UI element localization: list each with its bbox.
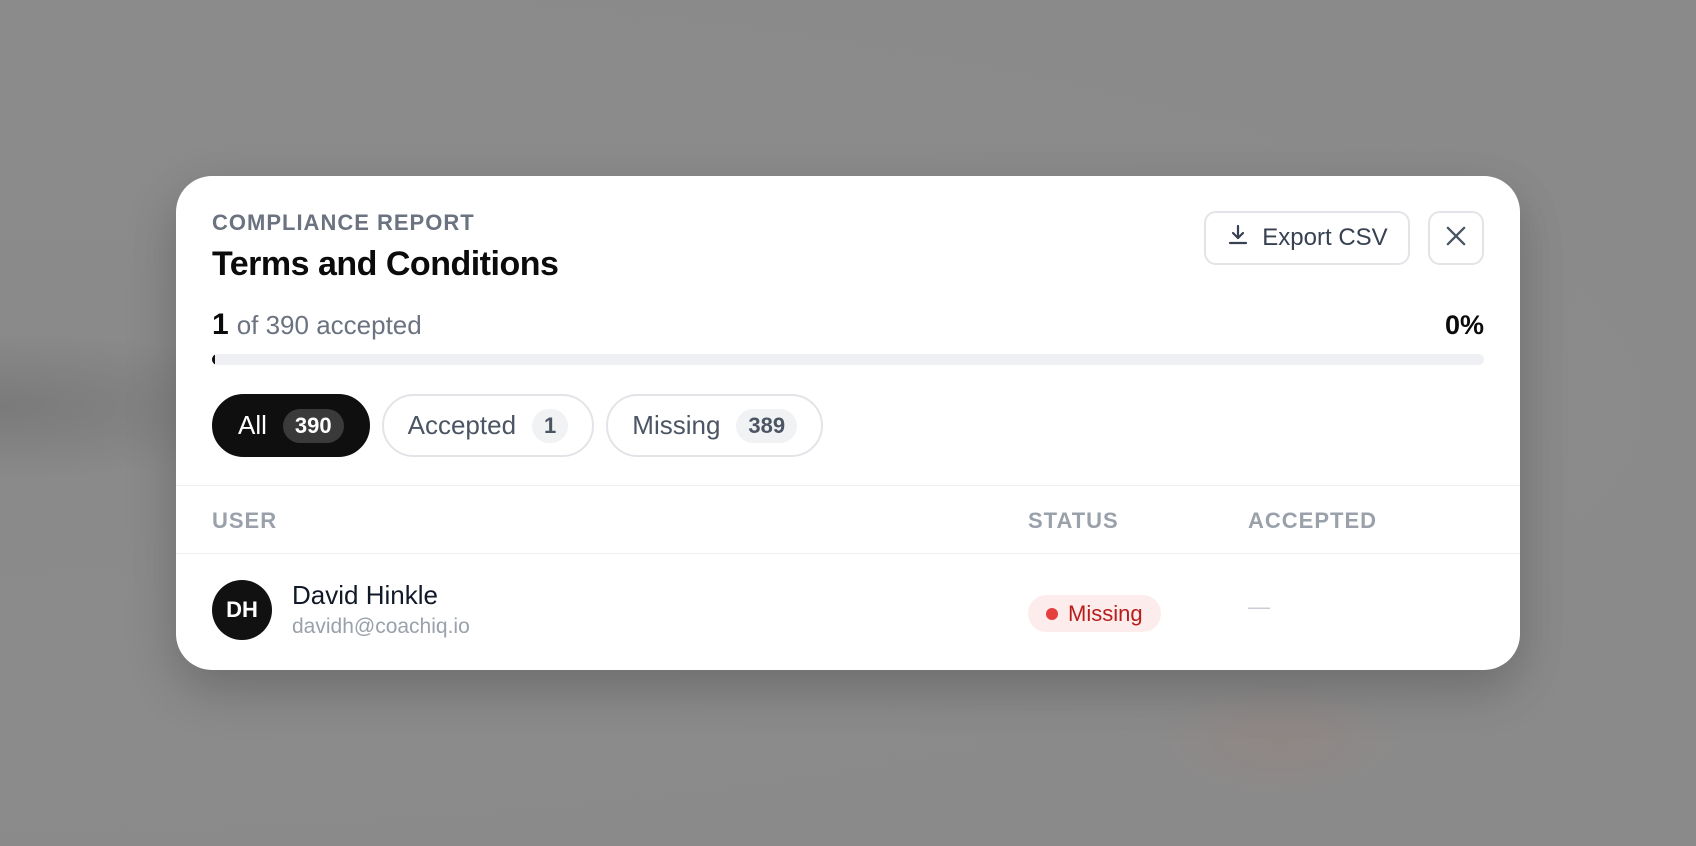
- accepted-count: 1: [212, 308, 229, 341]
- tab-missing[interactable]: Missing 389: [606, 394, 824, 457]
- accepted-date: —: [1248, 594, 1270, 619]
- export-csv-label: Export CSV: [1262, 224, 1388, 251]
- tab-all-label: All: [238, 410, 267, 440]
- acceptance-count: 1 of 390 accepted: [212, 308, 422, 342]
- tab-accepted[interactable]: Accepted 1: [381, 394, 595, 457]
- table-top-divider: [176, 485, 1520, 486]
- progress-bar-fill: [212, 354, 216, 365]
- tab-missing-count: 389: [736, 408, 798, 443]
- backdrop-blur-shape: [1150, 680, 1410, 800]
- status-badge: Missing: [1028, 595, 1161, 632]
- avatar: DH: [212, 580, 272, 640]
- tab-accepted-label: Accepted: [407, 410, 517, 440]
- acceptance-percent: 0%: [1444, 310, 1484, 340]
- compliance-report-modal: COMPLIANCE REPORT Terms and Conditions E…: [176, 176, 1520, 670]
- tab-all-count: 390: [282, 408, 344, 443]
- close-icon: [1442, 222, 1470, 255]
- accepted-summary-text: of 390 accepted: [236, 310, 422, 340]
- modal-header: COMPLIANCE REPORT Terms and Conditions: [212, 210, 559, 284]
- table-row[interactable]: [176, 554, 1520, 670]
- status-dot-icon: [1046, 607, 1058, 620]
- progress-bar: [212, 354, 1484, 365]
- user-email: davidh@coachiq.io: [292, 615, 470, 638]
- report-title: Terms and Conditions: [212, 245, 559, 283]
- report-eyebrow: COMPLIANCE REPORT: [212, 210, 475, 235]
- download-icon: [1226, 223, 1250, 254]
- column-header-accepted[interactable]: ACCEPTED: [1248, 508, 1377, 534]
- tab-all[interactable]: All 390: [212, 394, 370, 457]
- tab-missing-label: Missing: [632, 410, 721, 440]
- filter-tabs: All 390 Accepted 1 Missing 389: [212, 394, 824, 457]
- acceptance-summary: 1 of 390 accepted 0%: [212, 308, 1484, 342]
- user-name: David Hinkle: [292, 580, 438, 610]
- column-header-user[interactable]: USER: [212, 508, 277, 534]
- close-button[interactable]: [1428, 211, 1484, 265]
- export-csv-button[interactable]: Export CSV: [1204, 211, 1410, 265]
- status-label: Missing: [1068, 600, 1143, 626]
- column-header-status[interactable]: STATUS: [1028, 508, 1119, 534]
- tab-accepted-count: 1: [532, 408, 569, 443]
